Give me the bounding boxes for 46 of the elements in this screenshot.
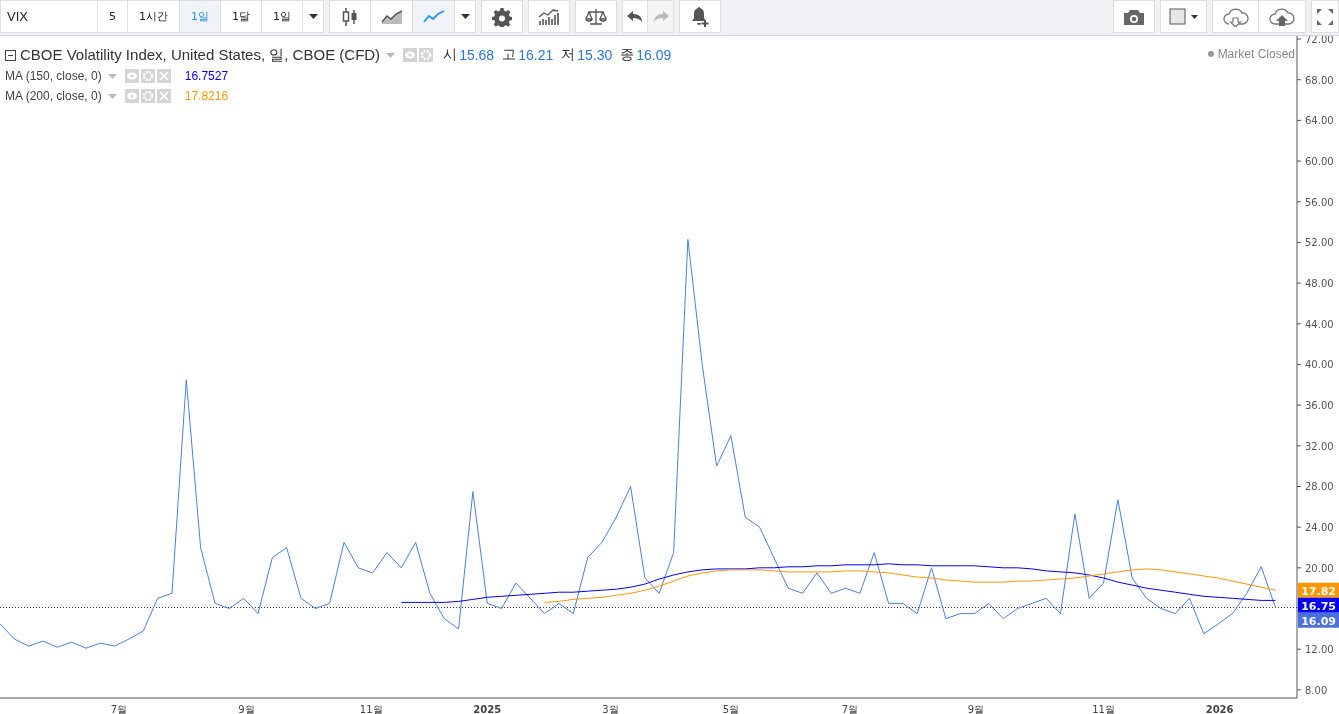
x-axis-label: 5월	[722, 704, 740, 714]
ohlc-label: 저	[561, 46, 576, 64]
y-axis-label: 12.00	[1305, 644, 1334, 656]
y-axis-label: 32.00	[1305, 440, 1334, 452]
y-axis-label: 48.00	[1305, 278, 1334, 290]
ohlc-label: 종	[620, 46, 635, 64]
interval-button[interactable]: 1달	[221, 0, 262, 33]
interval-button[interactable]: 1시간	[128, 0, 180, 33]
y-axis-label: 36.00	[1305, 400, 1334, 412]
indicator-label: MA (200, close, 0)	[5, 89, 102, 103]
chart-title: CBOE Volatility Index, United States, 일, CBOE (CFD)	[20, 45, 381, 65]
x-axis-label: 7월	[841, 704, 859, 714]
interval-button[interactable]: 1일	[262, 0, 303, 33]
symbol-field[interactable]: VIX	[0, 0, 98, 33]
y-axis-label: 72.00	[1305, 36, 1334, 46]
ohlc-label: 시	[443, 46, 458, 64]
ohlc-value: 15.30	[577, 47, 613, 63]
y-axis-label: 60.00	[1305, 156, 1334, 168]
ohlc-value: 15.68	[459, 47, 495, 63]
y-axis-label: 56.00	[1305, 196, 1334, 208]
ohlc-value: 16.09	[636, 47, 672, 63]
x-axis-label: 11월	[359, 704, 383, 714]
interval-button[interactable]: 5	[98, 0, 128, 33]
x-axis-label: 2026	[1205, 704, 1234, 714]
y-axis-label: 20.00	[1305, 562, 1334, 574]
ohlc-label: 고	[502, 46, 517, 64]
indicator-label: MA (150, close, 0)	[5, 69, 102, 83]
y-axis-label: 24.00	[1305, 522, 1334, 534]
price-label: 17.82	[1298, 582, 1339, 598]
y-axis-label: 64.00	[1305, 115, 1334, 127]
x-axis-label: 7월	[110, 704, 128, 714]
indicator-value: 17.8216	[184, 89, 229, 103]
market-status: Market Closed	[1217, 47, 1295, 61]
y-axis-label: 28.00	[1305, 481, 1334, 493]
y-axis-label: 52.00	[1305, 237, 1334, 249]
x-axis-label: 9월	[967, 704, 985, 714]
y-axis-label: 8.00	[1305, 684, 1328, 696]
x-axis-label: 11월	[1092, 704, 1115, 714]
x-axis-label: 3월	[602, 704, 619, 714]
y-axis-label: 40.00	[1305, 359, 1334, 371]
ohlc-value: 16.21	[518, 47, 554, 63]
x-axis-label: 9월	[238, 704, 255, 714]
y-axis-label: 68.00	[1305, 74, 1334, 86]
x-axis-label: 2025	[473, 704, 502, 714]
y-axis-label: 44.00	[1305, 318, 1334, 330]
indicator-value: 16.7527	[184, 69, 229, 83]
